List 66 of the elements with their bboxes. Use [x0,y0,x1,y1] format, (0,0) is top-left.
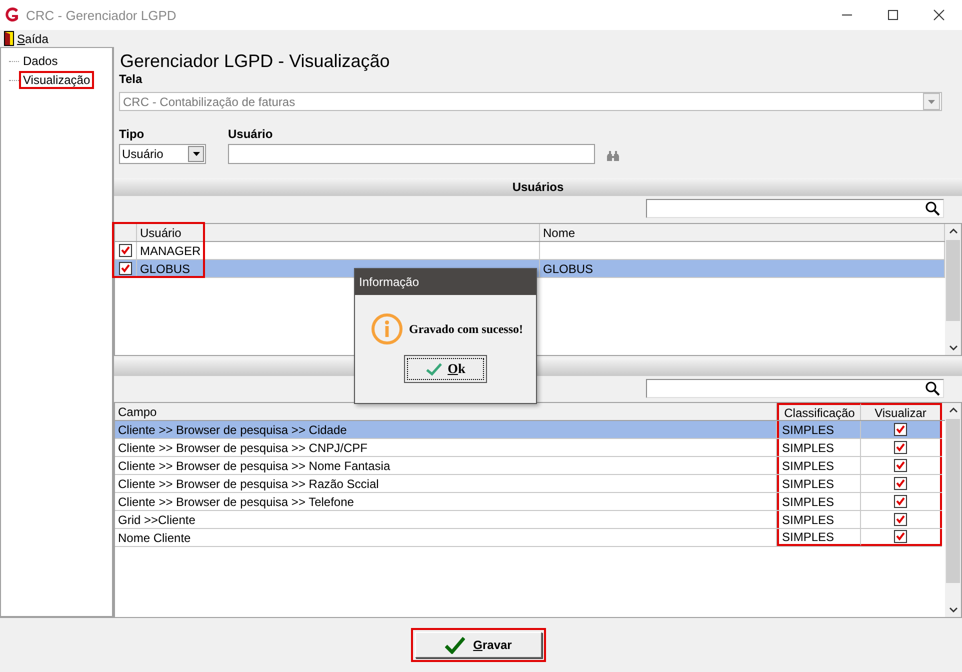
table-cell: Cliente >> Browser de pesquisa >> Cidade [118,422,347,436]
checkbox[interactable] [894,477,907,490]
table-cell: Nome Cliente [118,530,191,544]
scrollbar[interactable] [945,403,961,617]
field-label: Tipo [119,127,146,141]
table-cell: Cliente >> Browser de pesquisa >> CNPJ/CPF [118,440,368,454]
dropdown-arrow-icon[interactable] [192,152,200,156]
table-row[interactable]: Cliente >> Browser de pesquisa >> Cidade SIMPLES [115,421,942,439]
checkbox[interactable] [894,423,907,436]
table-row[interactable]: Grid >>Cliente SIMPLES [115,511,942,529]
table-cell: Grid >>Cliente [118,512,196,526]
tree-item[interactable]: Dados [19,52,62,70]
binoculars-icon[interactable] [607,151,619,161]
checkbox[interactable] [894,513,907,526]
search-icon[interactable] [925,201,940,216]
checkbox[interactable] [894,530,907,543]
section-header: Usuários [114,178,962,196]
table-cell: MANAGER [140,244,201,258]
checkbox[interactable] [894,495,907,508]
table-cell: SIMPLES [782,530,834,544]
search-field[interactable] [646,199,944,218]
scroll-up-icon[interactable] [948,407,958,413]
scroll-up-icon[interactable] [948,228,958,234]
table-cell: Cliente >> Browser de pesquisa >> Telefone [118,494,354,508]
scrollbar[interactable] [945,224,961,355]
table-cell: SIMPLES [782,440,834,454]
table-cell: Cliente >> Browser de pesquisa >> Nome Fantasia [118,458,390,472]
type-dropdown[interactable]: Usuário [119,144,206,164]
page-heading: Gerenciador LGPD - Visualização [120,51,391,72]
checkbox[interactable] [119,244,132,257]
table-cell: SIMPLES [782,458,834,472]
table-row[interactable]: Nome Cliente SIMPLES [115,529,942,547]
app-logo-icon [4,7,20,23]
table-cell: GLOBUS [543,262,594,276]
menu-item[interactable]: Saída [17,32,48,46]
user-input-field[interactable] [228,144,595,164]
field-label: Usuário [228,127,274,141]
check-icon [445,636,466,654]
check-icon [426,362,442,376]
tree-item[interactable]: Visualização [19,71,94,89]
table-row[interactable]: Cliente >> Browser de pesquisa >> CNPJ/CPF SIMPLES [115,439,942,457]
table-row[interactable]: Cliente >> Browser de pesquisa >> Razão Sccial SIMPLES [115,475,942,493]
save-button[interactable]: Gravar [415,632,542,658]
ok-button[interactable]: Ok [404,355,487,383]
dialog-message: Gravado com sucesso! [409,322,523,336]
field-label: Tela [119,72,144,86]
search-field[interactable] [646,379,944,398]
table-row[interactable]: Cliente >> Browser de pesquisa >> Telefone SIMPLES [115,493,942,511]
table-row[interactable]: Cliente >> Browser de pesquisa >> Nome Fantasia SIMPLES [115,457,942,475]
checkbox[interactable] [119,262,132,275]
exit-door-icon [4,31,14,46]
checkbox[interactable] [894,459,907,472]
table-cell: SIMPLES [782,476,834,490]
search-icon[interactable] [925,381,940,396]
table-cell: SIMPLES [782,494,834,508]
column-header[interactable]: Usuário [137,224,540,241]
checkbox[interactable] [894,441,907,454]
table-cell: Cliente >> Browser de pesquisa >> Razão Sccial [118,476,379,490]
scroll-down-icon[interactable] [948,345,958,351]
info-icon [371,313,403,345]
table-cell: SIMPLES [782,422,834,436]
scroll-down-icon[interactable] [948,607,958,613]
table-cell: GLOBUS [140,262,190,276]
table-cell: SIMPLES [782,512,834,526]
window-title: CRC - Gerenciador LGPD [26,8,176,22]
dialog-title: Informação [355,269,536,295]
